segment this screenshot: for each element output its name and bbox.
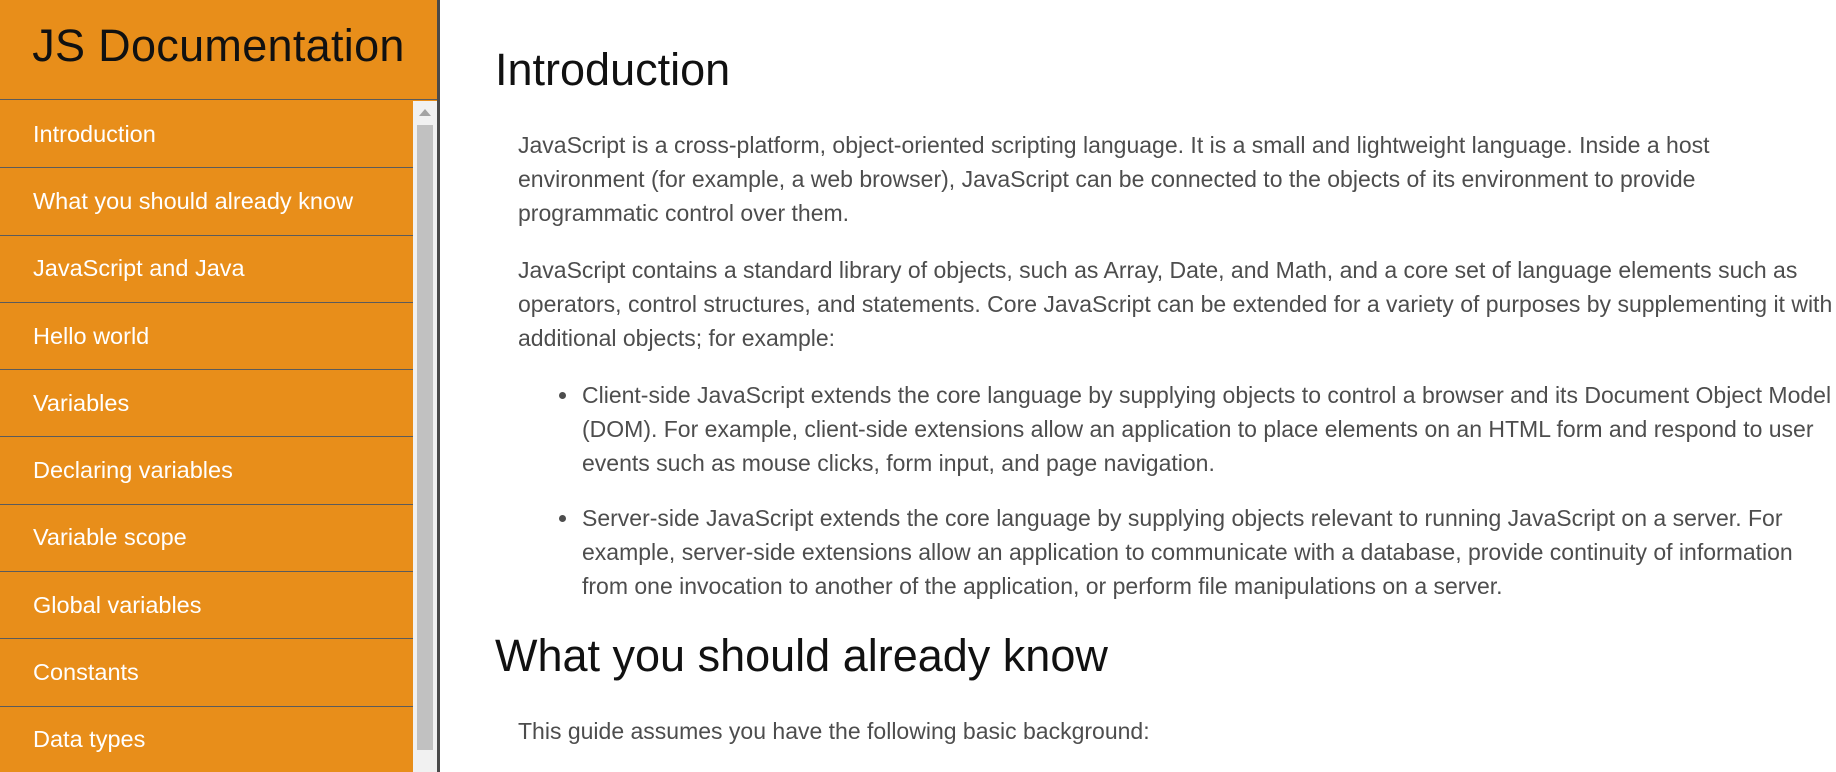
sidebar-scrollbar[interactable] (413, 101, 437, 772)
nav-link-introduction[interactable]: Introduction (0, 101, 413, 169)
nav-link-variables[interactable]: Variables (0, 370, 413, 438)
bullet-dot-icon (559, 392, 566, 399)
bullet-text-client-side: Client-side JavaScript extends the core … (582, 382, 1832, 476)
nav-link-hello-world[interactable]: Hello world (0, 303, 413, 371)
intro-paragraph-1: JavaScript is a cross-platform, object-o… (518, 132, 1710, 226)
sidebar-header: JS Documentation (0, 0, 437, 100)
intro-paragraph-2: JavaScript contains a standard library o… (518, 257, 1833, 351)
page: JS Documentation Introduction What you s… (0, 0, 1836, 772)
list-item: Server-side JavaScript extends the core … (559, 501, 1836, 603)
scrollbar-thumb[interactable] (417, 125, 433, 750)
nav-link-declaring-variables[interactable]: Declaring variables (0, 437, 413, 505)
list-item: Client-side JavaScript extends the core … (559, 378, 1836, 480)
nav-link-constants[interactable]: Constants (0, 639, 413, 707)
nav-link-global-variables[interactable]: Global variables (0, 572, 413, 640)
nav-link-what-you-should-already-know[interactable]: What you should already know (0, 168, 413, 236)
scroll-up-arrow-icon[interactable] (413, 101, 437, 123)
nav-list[interactable]: Introduction What you should already kno… (0, 101, 413, 772)
sidebar-nav: JS Documentation Introduction What you s… (0, 0, 440, 772)
main-content: Introduction JavaScript is a cross-platf… (440, 0, 1836, 772)
section-title-introduction: Introduction (495, 44, 731, 95)
bullet-text-server-side: Server-side JavaScript extends the core … (582, 505, 1793, 599)
nav-link-javascript-and-java[interactable]: JavaScript and Java (0, 236, 413, 303)
nav-link-variable-scope[interactable]: Variable scope (0, 505, 413, 573)
intro-bullet-list: Client-side JavaScript extends the core … (559, 378, 1836, 603)
sidebar-title: JS Documentation (32, 19, 405, 71)
section-title-what-you-should-already-know: What you should already know (495, 630, 1108, 681)
nav-link-data-types[interactable]: Data types (0, 707, 413, 772)
background-paragraph: This guide assumes you have the followin… (518, 718, 1150, 744)
bullet-dot-icon (559, 515, 566, 522)
